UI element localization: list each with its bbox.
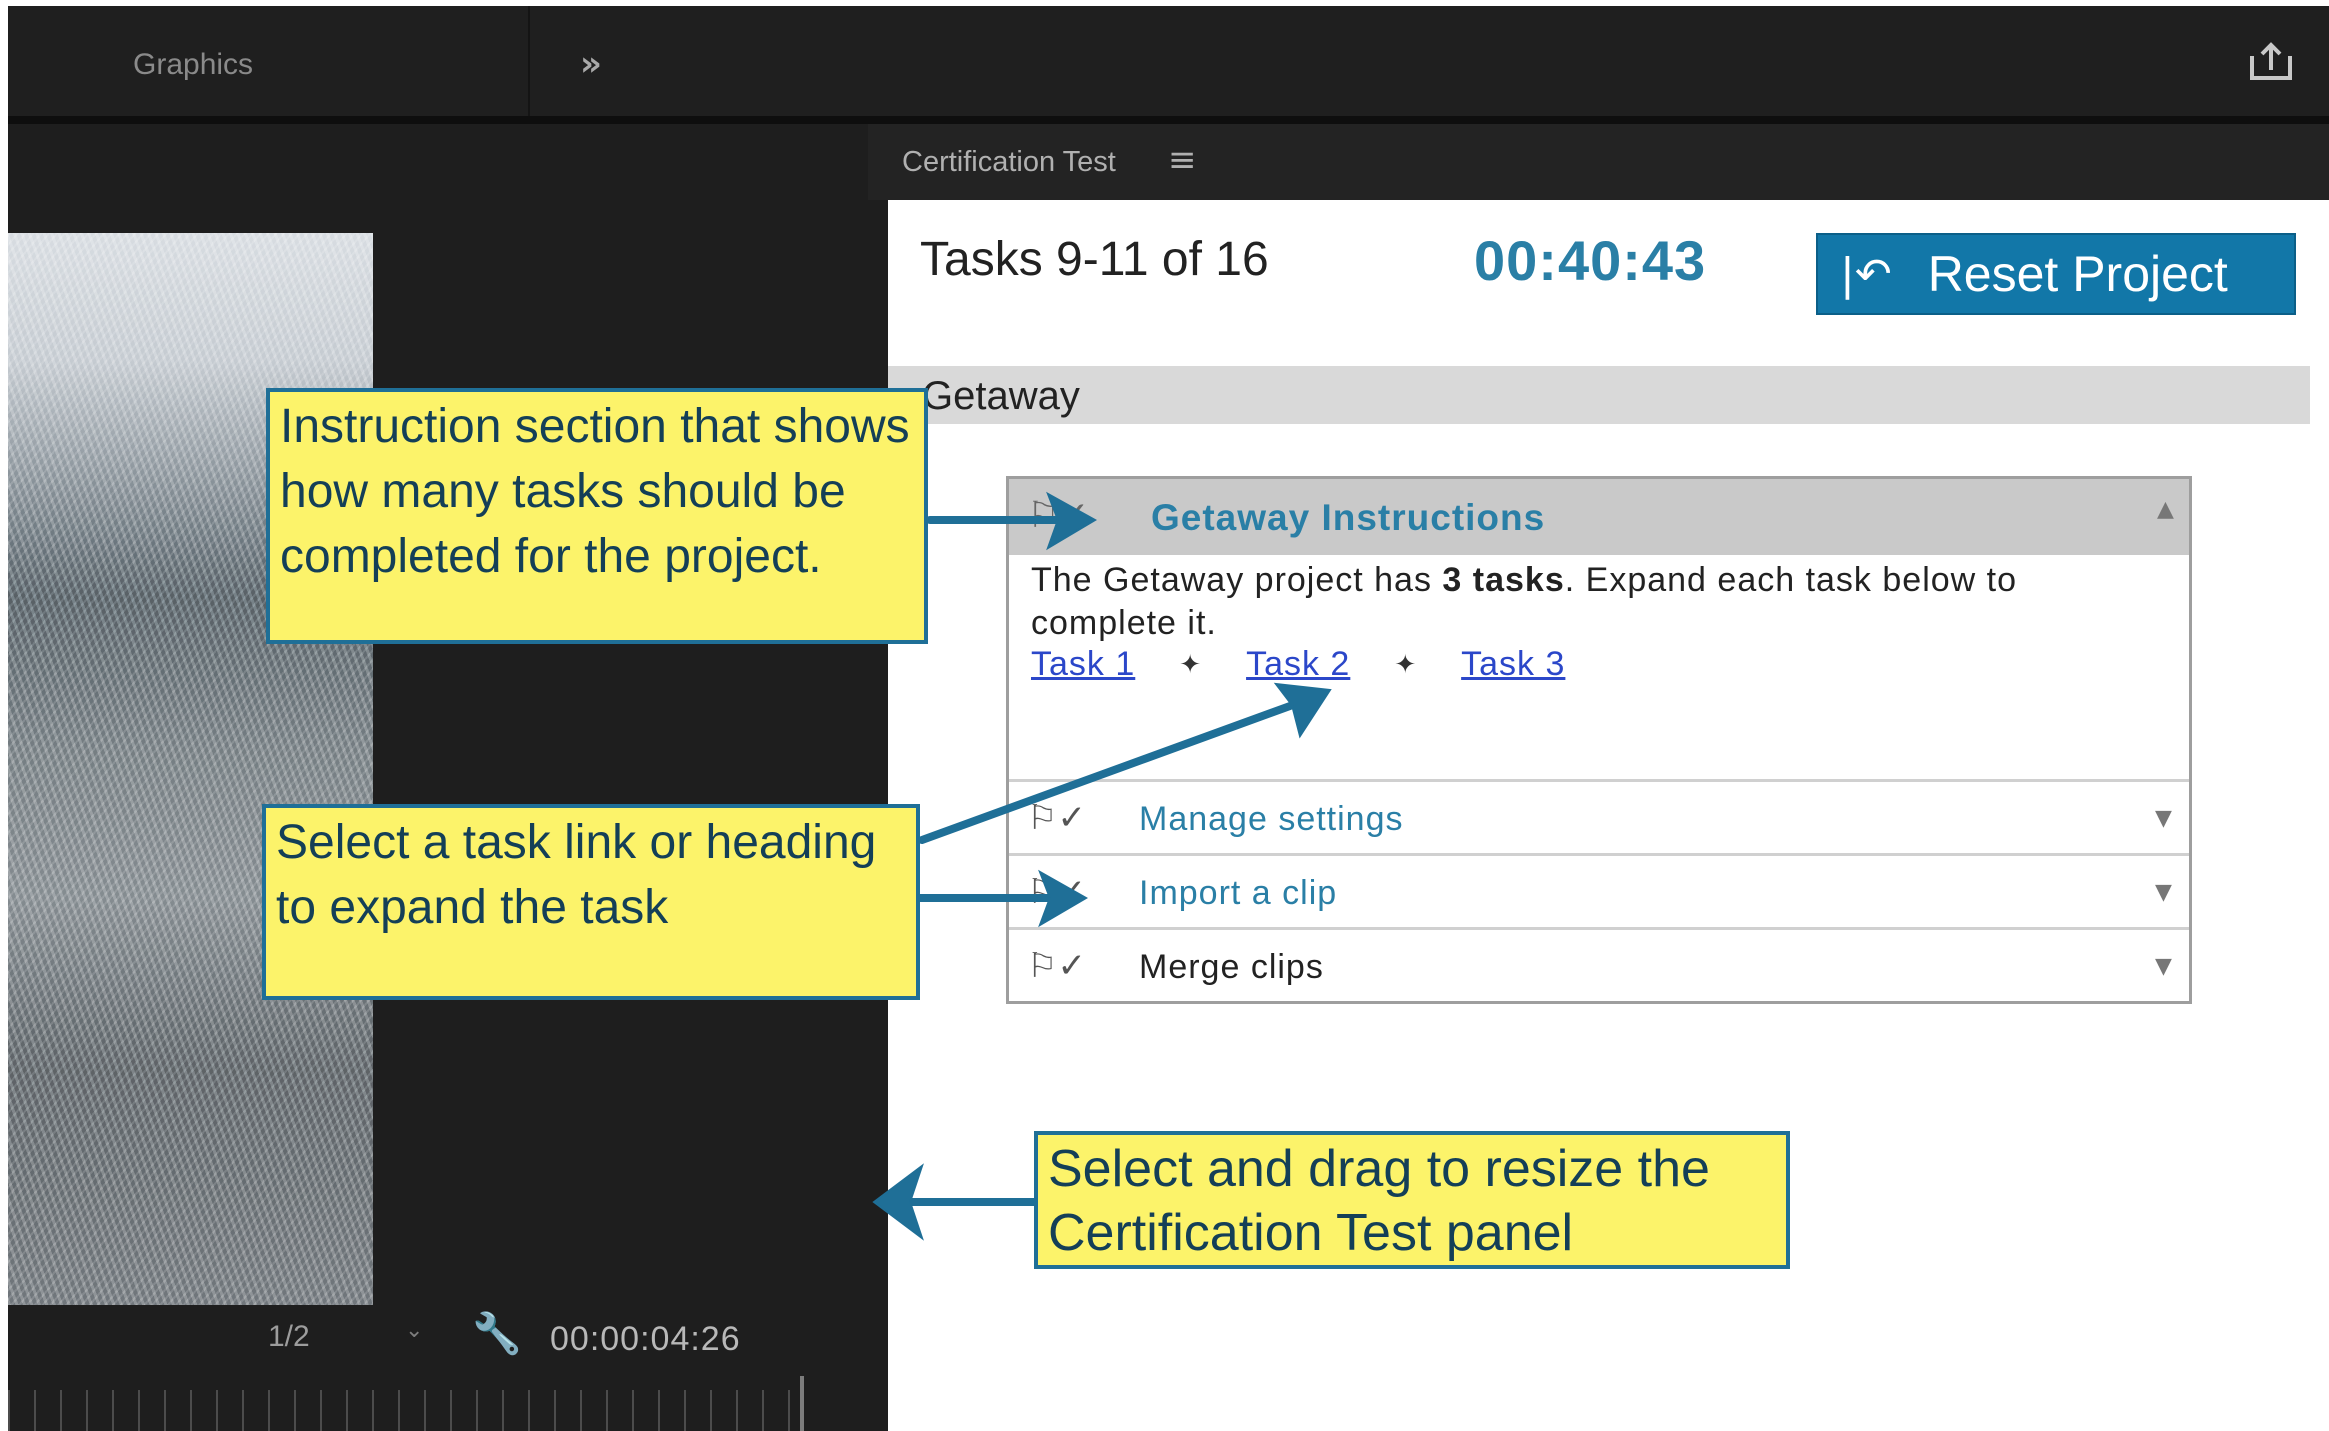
tasks-count: Tasks 9-11 of 16 (920, 233, 1269, 286)
task-title: Merge clips (1139, 948, 1324, 986)
flag-check-icon: ⚐✓ (1027, 495, 1090, 536)
task-title: Import a clip (1139, 874, 1338, 912)
flag-check-icon: ⚐✓ (1027, 798, 1086, 838)
task-accordion: ⚐✓ Getaway Instructions ▲ The Getaway pr… (1006, 476, 2192, 1004)
callout-instruction-section: Instruction section that shows how many … (266, 388, 928, 644)
task-heading-manage-settings[interactable]: ⚐✓ Manage settings ▼ (1009, 779, 2189, 853)
separator-icon: ✦ (1179, 649, 1203, 680)
task-link-2[interactable]: Task 2 (1246, 645, 1350, 684)
instructions-task-count: 3 tasks (1442, 561, 1565, 599)
monitor-timecode: 00:00:04:26 (550, 1320, 741, 1358)
chevron-down-icon[interactable]: ▼ (2155, 954, 2172, 979)
app-top-bar: Graphics » (8, 6, 2329, 116)
instructions-body: The Getaway project has 3 tasks. Expand … (1031, 559, 2171, 645)
monitor-zoom-select[interactable]: 1/2 (268, 1320, 310, 1354)
chevron-up-icon[interactable]: ▲ (2157, 497, 2174, 522)
test-timer: 00:40:43 (1474, 229, 1707, 292)
instructions-title: Getaway Instructions (1151, 497, 1546, 538)
timeline-ruler[interactable] (8, 1390, 808, 1431)
callout-task-link: Select a task link or heading to expand … (262, 804, 920, 1000)
instructions-text-prefix: The Getaway project has (1031, 561, 1443, 599)
panel-divider (8, 116, 2329, 124)
chevron-down-icon[interactable]: ⌄ (405, 1318, 423, 1343)
workspace-tab-graphics[interactable]: Graphics (133, 48, 253, 82)
task-link-3[interactable]: Task 3 (1461, 645, 1565, 684)
panel-menu-icon[interactable]: ≡ (1168, 140, 1197, 180)
project-bar: Getaway (888, 366, 2310, 424)
instructions-heading[interactable]: ⚐✓ Getaway Instructions ▲ (1009, 479, 2189, 555)
reset-project-label: Reset Project (1927, 246, 2228, 302)
separator-icon: ✦ (1394, 649, 1418, 680)
panel-header: Certification Test ≡ (868, 124, 2329, 200)
task-heading-merge-clips[interactable]: ⚐✓ Merge clips ▼ (1009, 927, 2189, 1001)
workspace-tab-area (8, 6, 530, 116)
panel-title[interactable]: Certification Test (902, 146, 1116, 179)
chevron-down-icon[interactable]: ▼ (2155, 880, 2172, 905)
workspace-overflow-icon[interactable]: » (580, 44, 602, 84)
share-icon[interactable] (2248, 42, 2294, 82)
task-heading-import-a-clip[interactable]: ⚐✓ Import a clip ▼ (1009, 853, 2189, 927)
chevron-down-icon[interactable]: ▼ (2155, 806, 2172, 831)
flag-check-icon: ⚐✓ (1027, 872, 1086, 912)
flag-check-icon: ⚐✓ (1027, 946, 1086, 986)
task-title: Manage settings (1139, 800, 1404, 838)
reset-icon: |↶ (1840, 248, 1892, 300)
reset-project-button[interactable]: |↶ Reset Project (1816, 233, 2296, 315)
wrench-icon[interactable]: 🔧 (472, 1310, 522, 1357)
task-link-1[interactable]: Task 1 (1031, 645, 1135, 684)
task-links: Task 1 ✦ Task 2 ✦ Task 3 (1031, 645, 1565, 684)
playhead[interactable] (800, 1376, 804, 1431)
project-name: Getaway (922, 374, 1080, 418)
callout-resize-panel: Select and drag to resize the Certificat… (1034, 1131, 1790, 1269)
